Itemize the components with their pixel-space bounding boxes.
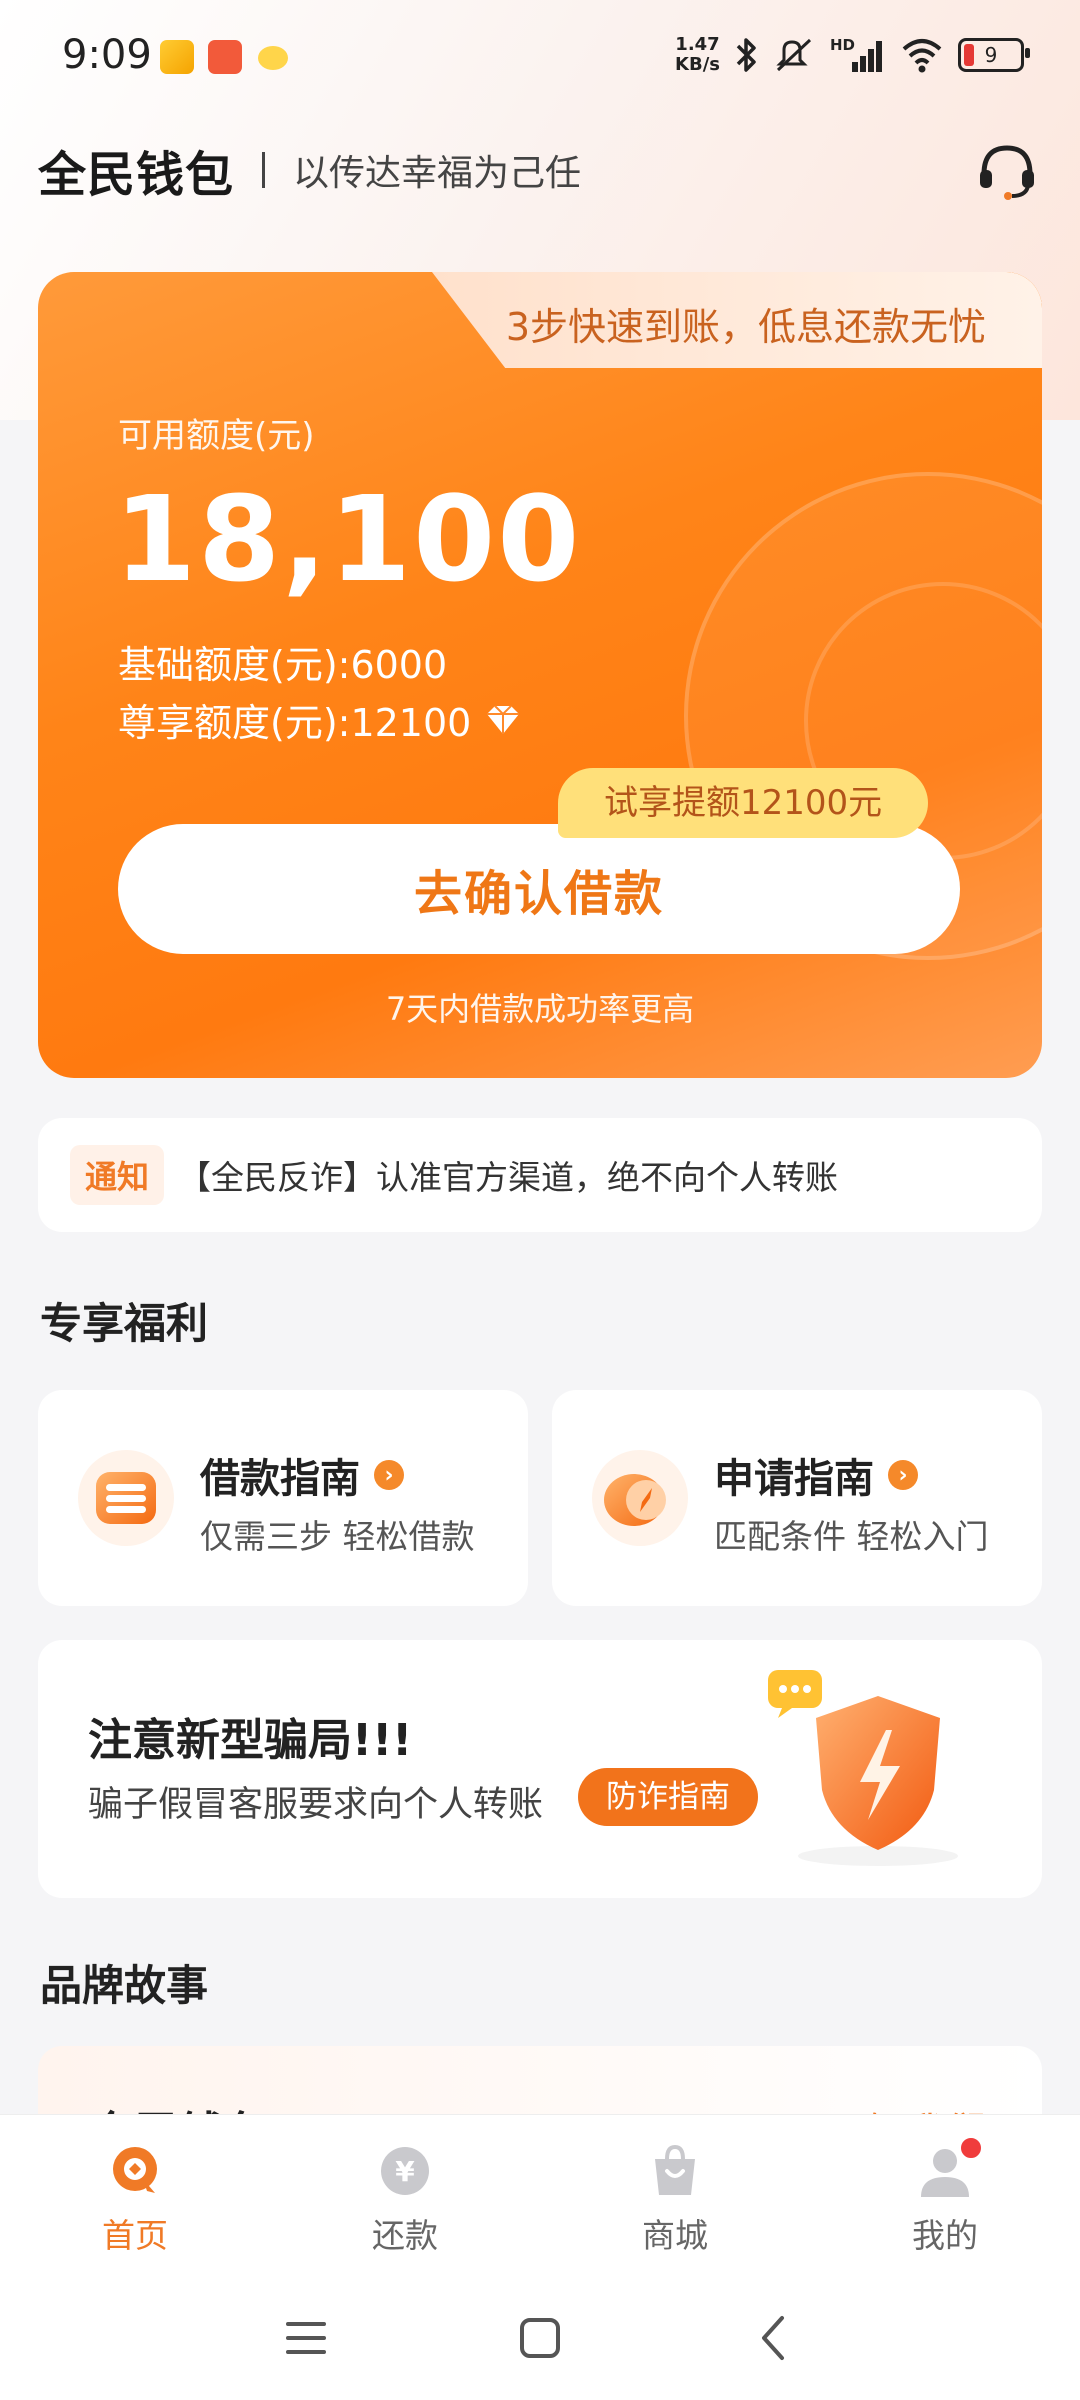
bluetooth-icon [736, 38, 756, 72]
nav-repay-label: 还款 [372, 2216, 438, 2255]
credit-card: 3步快速到账，低息还款无忧 可用额度(元) 18,100 基础额度(元):600… [38, 272, 1042, 1078]
shopping-bag-icon [655, 2144, 695, 2195]
nav-mall-label: 商城 [642, 2216, 708, 2255]
mute-vibrate-icon [776, 38, 812, 72]
chevron-right-icon: › [374, 1460, 404, 1490]
nav-profile-label: 我的 [912, 2216, 978, 2255]
battery-level: 9 [984, 43, 998, 67]
loan-guide-subtitle: 仅需三步 轻松借款 [200, 1517, 475, 1556]
loan-guide-title: 借款指南 › [200, 1446, 404, 1504]
apply-guide-title: 申请指南 › [714, 1446, 918, 1504]
shield-icon [768, 1670, 958, 1866]
vip-credit: 尊享额度(元):12100 [118, 692, 523, 747]
app-slogan: 以传达幸福为己任 [293, 153, 582, 194]
notice-bar[interactable]: 通知 【全民反诈】认准官方渠道，绝不向个人转账 [38, 1118, 1042, 1232]
loan-guide-title-text: 借款指南 [200, 1456, 360, 1502]
nav-repay[interactable]: ¥ 还款 [270, 2115, 540, 2265]
apply-guide-icon [592, 1450, 688, 1546]
available-credit-label: 可用额度(元) [118, 416, 315, 456]
back-icon[interactable] [744, 2308, 804, 2368]
system-navigation-bar [0, 2264, 1080, 2400]
apply-guide-card[interactable]: 申请指南 › 匹配条件 轻松入门 [552, 1390, 1042, 1606]
fraud-warning-card[interactable]: 注意新型骗局!!! 骗子假冒客服要求向个人转账 防诈指南 [38, 1640, 1042, 1898]
fraud-description: 骗子假冒客服要求向个人转账 [88, 1785, 544, 1825]
chevron-right-icon: › [888, 1460, 918, 1490]
nav-home[interactable]: 首页 [0, 2115, 270, 2265]
status-indicators: 1.47 KB/s HD 9 [675, 30, 1030, 80]
notification-badge [958, 2135, 984, 2161]
trial-credit-tag: 试享提额12100元 [558, 768, 929, 838]
svg-text:¥: ¥ [395, 2155, 415, 2188]
status-bar: 9:09 1.47 KB/s HD 9 [0, 0, 1080, 110]
home-icon [113, 2147, 157, 2193]
app-logo: 全民钱包 [38, 147, 235, 203]
notification-app-icon [160, 40, 194, 74]
battery-icon: 9 [958, 38, 1030, 72]
nav-profile[interactable]: 我的 [810, 2115, 1080, 2265]
available-credit-amount: 18,100 [114, 470, 582, 608]
diamond-icon [487, 704, 520, 734]
confirm-loan-button[interactable]: 去确认借款 [118, 824, 960, 954]
yuan-icon: ¥ [381, 2147, 429, 2195]
loan-hint: 7天内借款成功率更高 [385, 990, 695, 1028]
brand-story-title: 品牌故事 [40, 1961, 209, 2010]
nav-mall[interactable]: 商城 [540, 2115, 810, 2265]
home-square-icon[interactable] [510, 2308, 570, 2368]
anti-fraud-guide-button[interactable]: 防诈指南 [578, 1768, 758, 1826]
loan-guide-icon [78, 1450, 174, 1546]
apply-guide-subtitle: 匹配条件 轻松入门 [714, 1517, 989, 1556]
speed-value: 1.47 [675, 34, 720, 55]
menu-icon[interactable] [276, 2308, 336, 2368]
signal-strength-icon: HD [830, 36, 886, 74]
notice-text: 【全民反诈】认准官方渠道，绝不向个人转账 [178, 1158, 838, 1197]
notification-food-icon [258, 46, 288, 70]
bottom-navigation: 首页 ¥ 还款 商城 我的 [0, 2114, 1080, 2265]
notification-shop-icon [208, 40, 242, 74]
nav-home-label: 首页 [102, 2216, 168, 2255]
network-speed: 1.47 KB/s [675, 35, 720, 75]
wifi-icon [902, 39, 942, 73]
status-time: 9:09 [62, 32, 152, 78]
notice-tag: 通知 [70, 1145, 164, 1205]
headset-icon[interactable] [972, 136, 1042, 206]
app-header: 全民钱包 以传达幸福为己任 [38, 130, 1042, 210]
fraud-title: 注意新型骗局!!! [88, 1715, 413, 1766]
apply-guide-title-text: 申请指南 [714, 1456, 874, 1502]
speed-unit: KB/s [675, 54, 720, 75]
card-tab-text: 3步快速到账，低息还款无忧 [505, 305, 986, 349]
benefits-title: 专享福利 [40, 1299, 209, 1348]
header-divider [262, 152, 266, 188]
base-credit: 基础额度(元):6000 [118, 643, 448, 687]
vip-credit-text: 尊享额度(元):12100 [118, 701, 472, 745]
loan-guide-card[interactable]: 借款指南 › 仅需三步 轻松借款 [38, 1390, 528, 1606]
